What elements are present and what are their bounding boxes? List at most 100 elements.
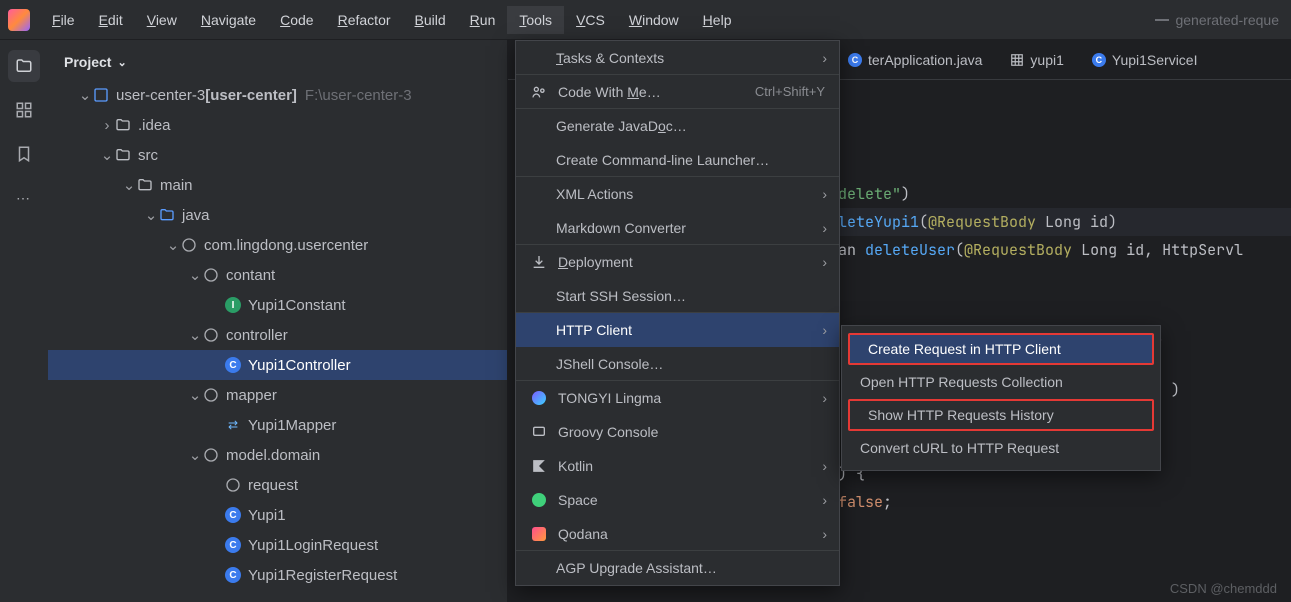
package-icon [202, 326, 220, 344]
tree-node[interactable]: ⌄main [48, 170, 507, 200]
menu-item-xml-actions[interactable]: XML Actions› [516, 177, 839, 211]
editor-tab[interactable]: yupi1 [1010, 52, 1063, 68]
tree-node[interactable]: ⌄ contant [48, 260, 507, 290]
menu-item-code-with-me[interactable]: Code With Me…Ctrl+Shift+Y [516, 75, 839, 109]
project-panel-header[interactable]: Project ⌄ [48, 40, 507, 80]
tree-node[interactable]: ⌄ controller [48, 320, 507, 350]
window-project-label: generated-reque [1155, 12, 1279, 28]
expand-arrow-icon[interactable]: ⌄ [100, 146, 114, 164]
tree-node[interactable]: ⇄Yupi1Mapper [48, 410, 507, 440]
deploy-icon [530, 253, 548, 271]
tree-node[interactable]: ›.idea [48, 110, 507, 140]
project-tree[interactable]: ⌄user-center-3 [user-center]F:\user-cent… [48, 80, 507, 602]
tab-icon: C [848, 53, 862, 67]
tree-node[interactable]: CYupi1RegisterRequest [48, 560, 507, 590]
expand-arrow-icon[interactable]: ⌄ [188, 266, 202, 284]
menu-item-space[interactable]: Space› [516, 483, 839, 517]
menu-view[interactable]: View [135, 6, 189, 34]
project-title: Project [64, 54, 111, 70]
expand-arrow-icon[interactable]: ⌄ [188, 446, 202, 464]
structure-tool-icon[interactable] [8, 94, 40, 126]
expand-arrow-icon[interactable]: ⌄ [122, 176, 136, 194]
more-tool-icon[interactable]: ⋯ [8, 182, 40, 214]
editor-tab[interactable]: CYupi1ServiceI [1092, 52, 1198, 68]
menu-label: Space [558, 492, 598, 508]
submenu-label: Open HTTP Requests Collection [860, 374, 1063, 390]
menu-item-qodana[interactable]: Qodana › [516, 517, 839, 551]
submenu-item-create-request-in-http-client[interactable]: Create Request in HTTP Client [848, 333, 1154, 365]
menu-item-groovy-console[interactable]: Groovy Console [516, 415, 839, 449]
expand-arrow-icon[interactable]: ⌄ [188, 386, 202, 404]
menu-run[interactable]: Run [458, 6, 508, 34]
menu-help[interactable]: Help [691, 6, 744, 34]
tree-label-bold: [user-center] [205, 87, 297, 104]
editor-tab[interactable]: CterApplication.java [848, 52, 982, 68]
tree-node[interactable]: ⌄user-center-3 [user-center]F:\user-cent… [48, 80, 507, 110]
menu-vcs[interactable]: VCS [564, 6, 617, 34]
expand-arrow-icon[interactable]: ⌄ [78, 86, 92, 104]
tree-node[interactable]: ⌄com.lingdong.usercenter [48, 230, 507, 260]
bookmarks-tool-icon[interactable] [8, 138, 40, 170]
expand-arrow-icon[interactable]: › [100, 117, 114, 134]
menu-edit[interactable]: Edit [87, 6, 135, 34]
tree-node[interactable]: CYupi1Controller [48, 350, 507, 380]
interface-icon: I [224, 296, 242, 314]
submenu-arrow-icon: › [822, 254, 827, 270]
menu-refactor[interactable]: Refactor [326, 6, 403, 34]
menu-item-jshell-console[interactable]: JShell Console… [516, 347, 839, 381]
submenu-item-show-http-requests-history[interactable]: Show HTTP Requests History [848, 399, 1154, 431]
dash-icon [1155, 19, 1169, 21]
project-tool-icon[interactable] [8, 50, 40, 82]
menu-window[interactable]: Window [617, 6, 691, 34]
menu-item-tasks-contexts[interactable]: Tasks & Contexts› [516, 41, 839, 75]
menu-label: Generate JavaDoc… [556, 118, 687, 134]
submenu-label: Convert cURL to HTTP Request [860, 440, 1059, 456]
tree-node[interactable]: CYupi1LoginRequest [48, 530, 507, 560]
submenu-item-open-http-requests-collection[interactable]: Open HTTP Requests Collection [842, 366, 1160, 398]
submenu-arrow-icon: › [822, 458, 827, 474]
tree-label: controller [226, 327, 288, 344]
menu-item-kotlin[interactable]: Kotlin› [516, 449, 839, 483]
tongyi-icon [530, 389, 548, 407]
tree-node[interactable]: ⌄java [48, 200, 507, 230]
menu-item-create-command-line-launcher[interactable]: Create Command-line Launcher… [516, 143, 839, 177]
expand-arrow-icon[interactable]: ⌄ [188, 326, 202, 344]
menu-item-generate-javadoc[interactable]: Generate JavaDoc… [516, 109, 839, 143]
tree-node[interactable]: ⌄src [48, 140, 507, 170]
menu-build[interactable]: Build [403, 6, 458, 34]
menu-tools[interactable]: Tools [507, 6, 564, 34]
expand-arrow-icon[interactable]: ⌄ [144, 206, 158, 224]
menu-label: Code With Me… [558, 84, 661, 100]
tree-label: contant [226, 267, 275, 284]
mapper-icon: ⇄ [224, 416, 242, 434]
tree-node[interactable]: ⌄ model.domain [48, 440, 507, 470]
menu-item-agp-upgrade-assistant[interactable]: AGP Upgrade Assistant… [516, 551, 839, 585]
chevron-down-icon: ⌄ [117, 56, 126, 69]
tree-node[interactable]: ⌄mapper [48, 380, 507, 410]
submenu-label: Create Request in HTTP Client [868, 341, 1061, 357]
menu-navigate[interactable]: Navigate [189, 6, 268, 34]
tree-node[interactable]: request [48, 470, 507, 500]
menu-label: Markdown Converter [556, 220, 686, 236]
tab-label: terApplication.java [868, 52, 982, 68]
menu-item-start-ssh-session[interactable]: Start SSH Session… [516, 279, 839, 313]
tree-label: Yupi1 [248, 507, 286, 524]
submenu-item-convert-curl-to-http-request[interactable]: Convert cURL to HTTP Request [842, 432, 1160, 464]
project-panel: Project ⌄ ⌄user-center-3 [user-center]F:… [48, 40, 508, 602]
menu-label: Qodana [558, 526, 608, 542]
submenu-label: Show HTTP Requests History [868, 407, 1054, 423]
menu-file[interactable]: File [40, 6, 87, 34]
menubar: FileEditViewNavigateCodeRefactorBuildRun… [0, 0, 1291, 40]
tree-node[interactable]: IYupi1Constant [48, 290, 507, 320]
menu-item-tongyi-lingma[interactable]: TONGYI Lingma› [516, 381, 839, 415]
tree-label: model.domain [226, 447, 320, 464]
submenu-arrow-icon: › [822, 526, 827, 542]
menu-code[interactable]: Code [268, 6, 325, 34]
menu-item-markdown-converter[interactable]: Markdown Converter› [516, 211, 839, 245]
expand-arrow-icon[interactable]: ⌄ [166, 236, 180, 254]
menu-item-deployment[interactable]: Deployment› [516, 245, 839, 279]
tree-node[interactable]: CYupi1 [48, 500, 507, 530]
menu-label: JShell Console… [556, 356, 663, 372]
class-icon: C [224, 536, 242, 554]
menu-item-http-client[interactable]: HTTP Client› [516, 313, 839, 347]
